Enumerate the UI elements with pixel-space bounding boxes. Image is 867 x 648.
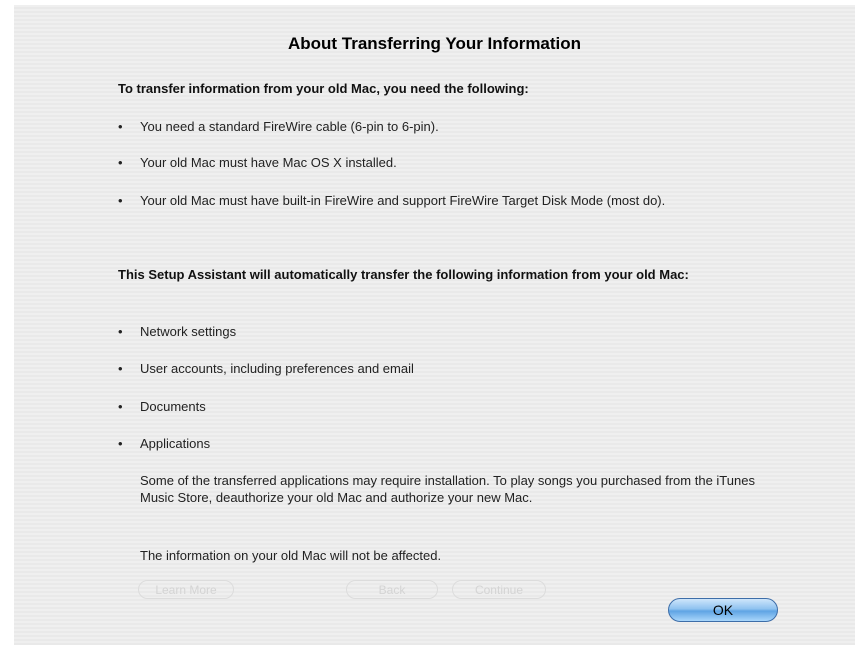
requirement-text: Your old Mac must have Mac OS X installe… <box>140 155 397 170</box>
transfer-heading: This Setup Assistant will automatically … <box>118 267 689 282</box>
transfer-item-text: Applications <box>140 436 211 451</box>
list-item: • You need a standard FireWire cable (6-… <box>118 118 798 135</box>
dialog-title: About Transferring Your Information <box>287 34 582 53</box>
list-item: • Your old Mac must have built-in FireWi… <box>118 192 798 209</box>
back-button-background: Back <box>346 580 438 599</box>
transfer-item-text: Documents <box>140 399 206 414</box>
bullet-icon: • <box>118 119 123 134</box>
requirements-heading: To transfer information from your old Ma… <box>118 81 529 96</box>
bullet-icon: • <box>118 193 123 208</box>
transfer-info-sheet: About Transferring Your Information To t… <box>14 5 855 645</box>
requirement-text: You need a standard FireWire cable (6-pi… <box>140 119 439 134</box>
list-item: • Your old Mac must have Mac OS X instal… <box>118 154 798 171</box>
list-item: • Network settings <box>118 323 798 340</box>
applications-note: Some of the transferred applications may… <box>140 473 755 505</box>
bullet-icon: • <box>118 155 123 170</box>
continue-button-background: Continue <box>452 580 546 599</box>
bullet-icon: • <box>118 361 123 376</box>
list-item: • Documents <box>118 398 798 415</box>
bullet-icon: • <box>118 399 123 414</box>
bullet-icon: • <box>118 436 123 451</box>
list-item: • Applications <box>118 435 798 452</box>
transfer-item-text: User accounts, including preferences and… <box>140 361 414 376</box>
learn-more-button-background: Learn More <box>138 580 234 599</box>
ok-button[interactable]: OK <box>668 598 778 622</box>
bullet-icon: • <box>118 324 123 339</box>
unaffected-note: The information on your old Mac will not… <box>140 548 442 563</box>
list-item: • User accounts, including preferences a… <box>118 360 798 377</box>
requirement-text: Your old Mac must have built-in FireWire… <box>140 193 666 208</box>
transfer-item-text: Network settings <box>140 324 237 339</box>
